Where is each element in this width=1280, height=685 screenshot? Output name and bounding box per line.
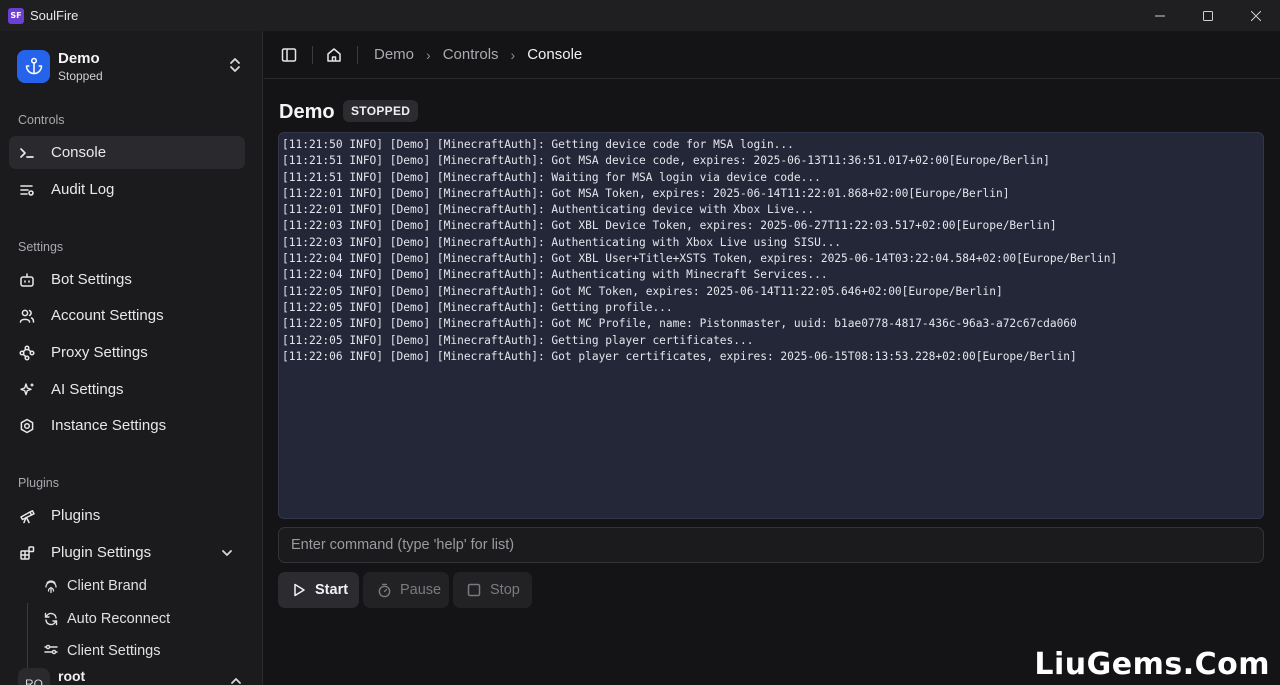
- close-icon[interactable]: [1232, 0, 1280, 31]
- nav-item-label: Audit Log: [51, 181, 115, 198]
- nav-item-console[interactable]: Console: [9, 136, 245, 169]
- nav-item-ai-settings[interactable]: AI Settings: [9, 373, 245, 406]
- log-line: [11:22:05 INFO] [Demo] [MinecraftAuth]: …: [282, 284, 1003, 298]
- sparkles-icon: [18, 381, 36, 399]
- page-title: Demo: [279, 101, 335, 123]
- nav-sub-client-brand[interactable]: Client Brand: [34, 569, 244, 602]
- log-line: [11:22:05 INFO] [Demo] [MinecraftAuth]: …: [282, 333, 754, 347]
- users-icon: [18, 307, 36, 325]
- nav-item-proxy-settings[interactable]: Proxy Settings: [9, 336, 245, 369]
- blocks-icon: [18, 544, 36, 562]
- sliders-icon: [42, 642, 60, 660]
- log-line: [11:21:51 INFO] [Demo] [MinecraftAuth]: …: [282, 154, 1050, 168]
- avatar: RO: [18, 668, 50, 685]
- chevron-up-icon: [230, 674, 242, 685]
- log-line: [11:22:03 INFO] [Demo] [MinecraftAuth]: …: [282, 235, 842, 249]
- nav-sub-label: Auto Reconnect: [67, 610, 171, 627]
- topbar-divider: [312, 45, 313, 64]
- log-line: [11:21:51 INFO] [Demo] [MinecraftAuth]: …: [282, 170, 821, 184]
- square-icon: [466, 582, 482, 598]
- nav-item-label: Bot Settings: [51, 271, 132, 288]
- nav-item-label: Console: [51, 144, 107, 161]
- log-line: [11:22:03 INFO] [Demo] [MinecraftAuth]: …: [282, 219, 1057, 233]
- hexagon-cog-icon: [18, 417, 36, 435]
- timer-icon: [376, 582, 392, 598]
- status-badge: STOPPED: [343, 100, 419, 122]
- chevron-right-icon: ›: [426, 46, 431, 63]
- nav-item-audit-log[interactable]: Audit Log: [9, 173, 245, 206]
- maximize-icon[interactable]: [1184, 0, 1232, 31]
- instance-status: Stopped: [58, 68, 103, 83]
- start-button[interactable]: Start: [278, 572, 359, 608]
- waypoints-icon: [18, 344, 36, 362]
- log-line: [11:22:06 INFO] [Demo] [MinecraftAuth]: …: [282, 349, 1077, 363]
- nav-sub-auto-reconnect[interactable]: Auto Reconnect: [34, 602, 244, 635]
- nav-item-label: Plugins: [51, 507, 101, 524]
- log-line: [11:21:50 INFO] [Demo] [MinecraftAuth]: …: [282, 138, 794, 151]
- sidebar-toggle-icon[interactable]: [278, 44, 300, 66]
- home-icon[interactable]: [323, 44, 345, 66]
- play-icon: [291, 582, 307, 598]
- log-line: [11:22:01 INFO] [Demo] [MinecraftAuth]: …: [282, 186, 1010, 200]
- nav-item-label: AI Settings: [51, 381, 124, 398]
- fingerprint-icon: [42, 577, 60, 595]
- app-title: SoulFire: [30, 8, 79, 23]
- instance-name: Demo: [58, 49, 100, 67]
- topbar: Demo › Controls › Console: [264, 31, 1280, 79]
- nav-item-instance-settings[interactable]: Instance Settings: [9, 409, 245, 442]
- telescope-icon: [18, 507, 36, 525]
- instance-switcher[interactable]: Demo Stopped: [9, 42, 254, 90]
- watermark: LiuGems.Com: [1034, 647, 1270, 682]
- nav-sub-client-settings[interactable]: Client Settings: [34, 634, 244, 667]
- minimize-icon[interactable]: [1136, 0, 1184, 31]
- window-controls: [1136, 0, 1280, 31]
- user-menu[interactable]: RO root: [18, 668, 254, 685]
- breadcrumb-item[interactable]: Controls: [443, 46, 499, 63]
- nav-item-plugin-settings[interactable]: Plugin Settings: [9, 536, 245, 569]
- section-title-controls: Controls: [18, 113, 65, 127]
- command-input[interactable]: [278, 527, 1264, 563]
- chevrons-up-down-icon: [228, 57, 242, 78]
- nav-item-plugins[interactable]: Plugins: [9, 499, 245, 532]
- pause-label: Pause: [400, 582, 442, 598]
- nav-item-account-settings[interactable]: Account Settings: [9, 299, 245, 332]
- nav-item-label: Proxy Settings: [51, 344, 148, 361]
- anchor-icon: [17, 49, 50, 83]
- section-title-settings: Settings: [18, 240, 64, 254]
- refresh-icon: [42, 610, 60, 628]
- log-line: [11:22:04 INFO] [Demo] [MinecraftAuth]: …: [282, 268, 828, 282]
- nav-item-label: Instance Settings: [51, 417, 167, 434]
- log-line: [11:22:05 INFO] [Demo] [MinecraftAuth]: …: [282, 300, 673, 314]
- sidebar: Demo Stopped Controls Console Audit Log …: [0, 31, 263, 685]
- console-output[interactable]: [11:21:50 INFO] [Demo] [MinecraftAuth]: …: [278, 132, 1264, 519]
- stop-label: Stop: [490, 582, 520, 598]
- chevron-right-icon: ›: [510, 46, 516, 63]
- nav-item-bot-settings[interactable]: Bot Settings: [9, 263, 245, 296]
- bot-icon: [18, 271, 36, 289]
- user-name: root: [58, 668, 86, 684]
- log-line: [11:22:04 INFO] [Demo] [MinecraftAuth]: …: [282, 252, 1118, 266]
- start-label: Start: [315, 582, 349, 598]
- list-filter-icon: [18, 181, 36, 199]
- breadcrumb-item[interactable]: Demo: [374, 46, 414, 63]
- log-line: [11:22:01 INFO] [Demo] [MinecraftAuth]: …: [282, 203, 815, 217]
- section-title-plugins: Plugins: [18, 476, 59, 490]
- app-logo: SF: [8, 7, 24, 24]
- nav-sub-label: Client Settings: [67, 642, 161, 659]
- nav-item-label: Account Settings: [51, 307, 164, 324]
- topbar-divider: [357, 45, 358, 64]
- nav-sub-label: Client Brand: [67, 577, 147, 594]
- nav-item-label: Plugin Settings: [51, 544, 152, 561]
- log-lines: [11:21:50 INFO] [Demo] [MinecraftAuth]: …: [282, 137, 1263, 365]
- chevron-down-icon[interactable]: [221, 546, 233, 563]
- log-line: [11:22:05 INFO] [Demo] [MinecraftAuth]: …: [282, 317, 1077, 331]
- pause-button[interactable]: Pause: [363, 572, 449, 608]
- breadcrumb-current: Console: [527, 46, 583, 63]
- window-titlebar: SF SoulFire: [0, 0, 1280, 31]
- stop-button[interactable]: Stop: [453, 572, 532, 608]
- terminal-icon: [18, 144, 36, 162]
- breadcrumb: Demo › Controls › Console: [374, 46, 582, 63]
